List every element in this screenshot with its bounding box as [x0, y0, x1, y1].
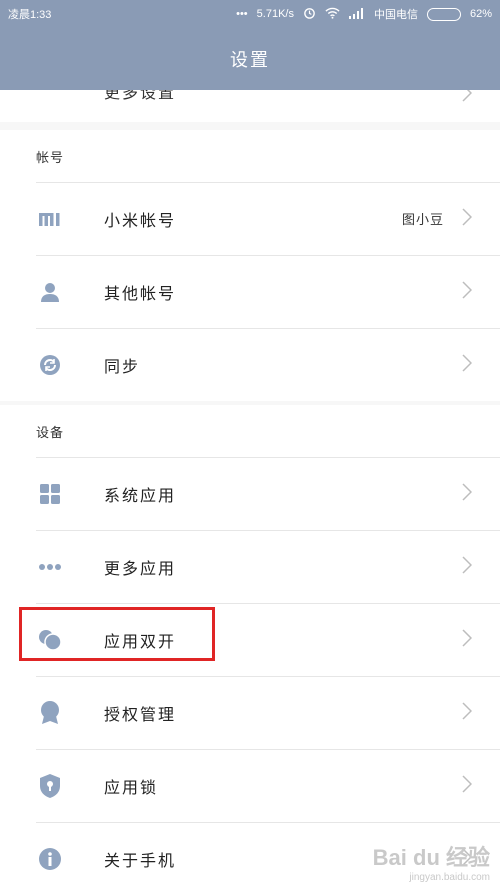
watermark: Bai du 经验 jingyan.baidu.com [373, 840, 490, 883]
settings-item-label: 同步 [104, 356, 141, 376]
carrier-name: 中国电信 [373, 9, 418, 21]
person-icon [38, 280, 62, 304]
settings-item-label: 应用锁 [104, 777, 159, 797]
battery-percent: 62% [469, 8, 492, 20]
info-icon [38, 847, 62, 871]
settings-item-more-apps[interactable]: 更多应用 [0, 530, 500, 603]
settings-item-other-accounts[interactable]: 其他帐号 [0, 255, 500, 328]
settings-item-label: 关于手机 [104, 850, 177, 870]
chevron-right-icon [462, 207, 473, 230]
section-title-account: 帐号 [36, 150, 65, 166]
badge-icon [38, 700, 62, 725]
battery-icon [426, 7, 461, 21]
account-name-value: 图小豆 [401, 213, 444, 228]
section-title-device: 设备 [36, 425, 65, 441]
settings-item-label: 系统应用 [104, 485, 177, 505]
chevron-right-icon [462, 90, 473, 106]
account-section: 帐号 小米帐号 图小豆 其他帐号 同步 [0, 130, 500, 401]
settings-item-label: 更多应用 [104, 558, 177, 578]
settings-item-sync[interactable]: 同步 [0, 328, 500, 401]
alarm-icon [303, 6, 316, 22]
status-time: 凌晨1:33 [8, 9, 52, 21]
settings-item-mi-account[interactable]: 小米帐号 图小豆 [0, 182, 500, 255]
more-dots-status-icon: ••• [236, 8, 248, 20]
grid-icon [38, 482, 62, 506]
chevron-right-icon [462, 701, 473, 724]
settings-item-more-settings[interactable]: 更多设置 [0, 90, 500, 122]
highlight-box [19, 607, 215, 661]
signal-icon [348, 7, 365, 22]
wifi-icon [325, 7, 340, 22]
settings-item-label: 其他帐号 [104, 283, 177, 303]
settings-item-app-lock[interactable]: 应用锁 [0, 749, 500, 822]
settings-item-system-apps[interactable]: 系统应用 [0, 457, 500, 530]
chevron-right-icon [462, 774, 473, 797]
chevron-right-icon [462, 555, 473, 578]
watermark-sub: jingyan.baidu.com [409, 872, 490, 883]
settings-item-label: 授权管理 [104, 704, 177, 724]
page-title: 设置 [230, 50, 270, 71]
chevron-right-icon [462, 628, 473, 651]
settings-item-permissions[interactable]: 授权管理 [0, 676, 500, 749]
network-speed: 5.71K/s [256, 8, 294, 20]
settings-item-label: 更多设置 [104, 90, 177, 102]
watermark-main: Bai du 经验 [372, 845, 490, 870]
status-bar: 凌晨1:33 ••• 5.71K/s 中国电信 62% [0, 0, 500, 28]
mi-logo-icon [38, 207, 62, 231]
shield-lock-icon [38, 773, 62, 798]
more-dots-icon [38, 555, 62, 579]
chevron-right-icon [462, 482, 473, 505]
settings-item-label: 小米帐号 [104, 210, 177, 230]
header-bar: 凌晨1:33 ••• 5.71K/s 中国电信 62% 设置 [0, 0, 500, 90]
sync-icon [38, 353, 62, 377]
chevron-right-icon [462, 353, 473, 376]
chevron-right-icon [462, 280, 473, 303]
